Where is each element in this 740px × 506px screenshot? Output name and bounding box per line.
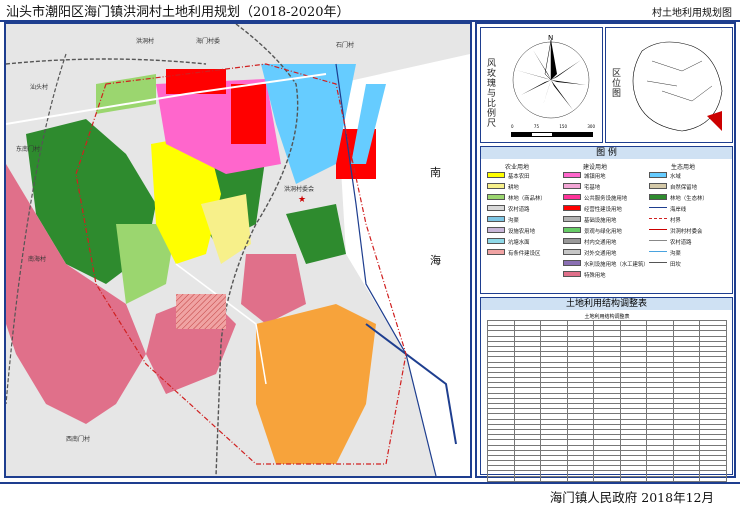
place-label: 东南门村 [16,146,41,153]
village-committee-star-icon: ★ [298,195,306,205]
sea-label-south: 南 [430,166,441,179]
legend-swatch [563,183,581,189]
map-canvas: ★ [6,24,470,476]
footer: 海门镇人民政府 2018年12月 [0,482,740,506]
legend-swatch [487,227,505,233]
legend-item-label: 农村道路 [508,206,530,213]
legend-item-label: 基础设施用地 [584,217,617,224]
legend-item-label: 设施农用地 [508,228,535,235]
legend-swatch [563,205,581,211]
scale-ticks: 0 75 150 300 [511,124,595,129]
place-label: 洪洞村 [136,38,155,45]
legend-swatch [487,183,505,189]
legend-item-label: 特殊用地 [584,272,606,279]
legend-swatch [649,172,667,178]
place-label: 石门村 [336,42,355,49]
legend-swatch [563,249,581,255]
location-map-icon [632,41,723,132]
legend-swatch [563,238,581,244]
legend-item-label: 耕地 [508,184,519,191]
legend-line-label: 田坎 [670,261,681,268]
table-subtitle: 土地利用结构调整表 [584,314,630,320]
legend-item-label: 对外交通用地 [584,250,617,257]
legend-group-build: 建设用地 [583,164,608,171]
location-label: 区位图 [610,68,620,98]
legend-line-swatch [649,229,667,230]
legend-swatch [649,183,667,189]
legend-line-label: 洪洞村村委会 [670,228,703,235]
structure-table-box: 土地利用结构调整表 土地利用结构调整表 [480,297,733,498]
sea-label-sea: 海 [430,254,441,267]
title-bar: 汕头市潮阳区海门镇洪洞村土地利用规划（2018-2020年） 村土地利用规划图 [0,0,740,22]
legend-item-label: 公共服务设施用地 [584,195,628,202]
location-box: 区位图 [605,27,733,143]
legend-swatch [563,172,581,178]
legend-item-label: 自然保留地 [670,184,697,191]
compass-label: 风玫瑰与比例尺 [485,58,495,128]
place-label: 西南门村 [66,436,91,443]
compass-box: 风玫瑰与比例尺 N 0 75 150 300 [480,27,603,143]
legend-swatch [563,194,581,200]
legend-item-label: 基本农田 [508,173,530,180]
legend-title: 图 例 [481,147,732,159]
legend-item-label: 城镇用地 [584,173,606,180]
legend-line-label: 沟渠 [670,250,681,257]
legend-swatch [563,227,581,233]
legend-item-label: 水利设施用地（水工建筑） [584,261,649,268]
place-label: 汕头村 [30,84,49,91]
footer-text: 海门镇人民政府 2018年12月 [549,490,714,505]
legend-swatch [487,216,505,222]
legend-line-swatch [649,218,667,219]
side-panel: 风玫瑰与比例尺 N 0 75 150 300 区位图 图 例 农业用地 建设用地… [475,22,736,498]
legend-group-eco: 生态用地 [671,164,696,171]
place-label: 海门村委 [196,38,221,45]
legend-swatch [563,260,581,266]
legend-item-label: 林地（商品林） [508,195,546,202]
north-label: N [548,34,553,42]
legend-line-swatch [649,207,667,208]
legend-line-swatch [649,262,667,263]
scale-bar [511,132,593,137]
legend-item-label: 水域 [670,173,681,180]
legend-line-label: 村界 [670,217,681,224]
legend-box: 图 例 农业用地 建设用地 生态用地 基本农田 耕地 林地（商品林） 农村道路 沟渠 设施… [480,146,733,294]
legend-item-label: 沟渠 [508,217,519,224]
legend-group-agri: 农业用地 [505,164,530,171]
legend-line-swatch [649,240,667,241]
place-label: 洪洞村委会 [284,186,315,193]
wind-rose-icon: N [512,34,590,119]
land-use-map[interactable]: ★ 南 海 洪洞村 石门村 汕头村 西南门村 东南门村 海门村委 南海村 洪洞村… [4,22,472,478]
legend-swatch [487,172,505,178]
table-title: 土地利用结构调整表 [481,298,732,310]
legend-swatch [487,205,505,211]
legend-line-label: 农村道路 [670,239,692,246]
legend-item-label: 林地（生态林） [670,195,708,202]
legend-item-label: 坑塘水面 [508,239,530,246]
legend-swatch [649,194,667,200]
legend-swatch [563,271,581,277]
legend-item-label: 景观与绿化用地 [584,228,622,235]
legend-line-label: 海岸线 [670,206,687,213]
legend-item-label: 宅基地 [584,184,601,191]
legend-swatch [487,249,505,255]
structure-table [487,319,727,498]
legend-line-swatch [649,251,667,252]
legend-item-label: 村内交通用地 [584,239,617,246]
legend-swatch [487,194,505,200]
legend-item-label: 经营性建设用地 [584,206,622,213]
legend-swatch [487,238,505,244]
map-subtitle: 村土地利用规划图 [652,8,732,19]
map-title: 汕头市潮阳区海门镇洪洞村土地利用规划（2018-2020年） [6,5,350,20]
place-label: 南海村 [28,256,47,263]
legend-swatch [563,216,581,222]
legend-item-label: 有条件建设区 [508,250,541,257]
